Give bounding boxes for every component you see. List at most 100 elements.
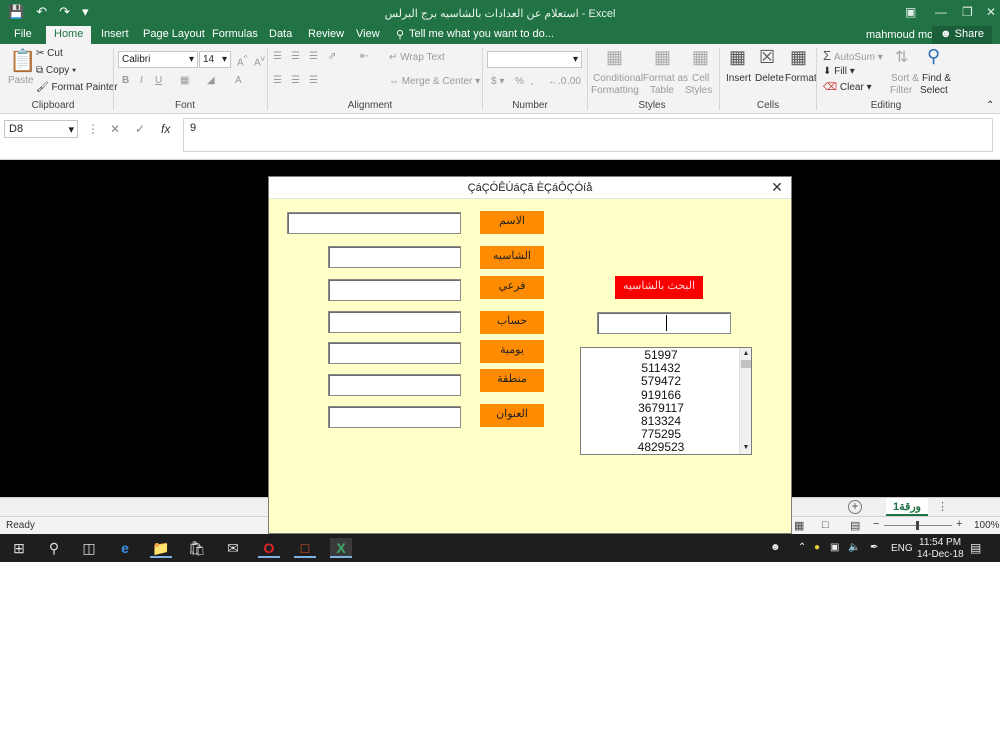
list-item[interactable]: 3679117 [581, 401, 741, 415]
find-select-button[interactable]: Find & [922, 73, 951, 84]
conditional-formatting-button[interactable]: Conditional [593, 73, 643, 84]
cell-styles-button[interactable]: Cell [692, 73, 709, 84]
office-icon[interactable]: □ [294, 538, 316, 558]
zoom-level[interactable]: 100% [974, 520, 1000, 531]
align-right-icon[interactable]: ☰ [309, 75, 318, 86]
autosum-button[interactable]: Σ AutoSum ▾ [823, 48, 883, 63]
file-explorer-icon[interactable]: 📁 [150, 538, 172, 558]
tab-data[interactable]: Data [269, 28, 292, 40]
decrease-font-icon[interactable]: Av [254, 53, 265, 68]
collapse-ribbon-icon[interactable]: ⌃ [986, 100, 994, 111]
format-cells-button[interactable]: Format [785, 73, 817, 84]
paste-icon[interactable]: 📋 [9, 48, 36, 74]
wrap-text-button[interactable]: ↵ Wrap Text [389, 52, 445, 63]
tab-file[interactable]: File [14, 28, 32, 40]
insert-function-icon[interactable]: fx [161, 122, 170, 136]
formula-input[interactable]: 9 [183, 118, 993, 152]
zoom-in-icon[interactable]: + [956, 518, 962, 530]
font-name-dropdown[interactable]: Calibri ▾ [118, 51, 198, 68]
list-item[interactable]: 919166 [581, 388, 741, 402]
address-textbox[interactable] [328, 406, 461, 428]
zoom-out-icon[interactable]: − [873, 518, 879, 530]
format-as-table-button[interactable]: Format as [643, 73, 688, 84]
excel-icon[interactable]: X [330, 538, 352, 558]
underline-icon[interactable]: U [155, 75, 162, 86]
pen-icon[interactable]: ✒ [870, 542, 878, 553]
language-indicator[interactable]: ENG [891, 543, 913, 554]
scroll-thumb[interactable] [741, 360, 751, 368]
orientation-icon[interactable]: ⇗ [328, 51, 336, 62]
volume-icon[interactable]: 🔈 [848, 542, 860, 553]
cancel-icon[interactable]: ✕ [110, 122, 120, 136]
scroll-up-icon[interactable]: ▲ [741, 349, 751, 359]
currency-icon[interactable]: $ ▾ [491, 76, 504, 87]
top-align-icon[interactable]: ☰ [273, 51, 282, 62]
insert-cells-button[interactable]: Insert [726, 73, 751, 84]
indent-icon[interactable]: ⇤ [360, 51, 368, 62]
list-item[interactable]: 4829523 [581, 441, 741, 454]
bottom-align-icon[interactable]: ☰ [309, 51, 318, 62]
page-layout-view-icon[interactable]: □ [822, 519, 829, 531]
region-textbox[interactable] [328, 374, 461, 396]
tab-insert[interactable]: Insert [101, 28, 129, 40]
align-left-icon[interactable]: ☰ [273, 75, 282, 86]
list-item[interactable]: 579472 [581, 375, 741, 388]
align-center-icon[interactable]: ☰ [291, 75, 300, 86]
fill-color-icon[interactable]: ◢ [207, 75, 215, 86]
chassis-search-input[interactable] [597, 312, 731, 334]
store-icon[interactable]: 🛍 [186, 538, 208, 558]
network-icon[interactable]: ▣ [830, 542, 839, 553]
zoom-slider-thumb[interactable] [916, 521, 919, 530]
minimize-icon[interactable]: — [935, 5, 947, 19]
normal-view-icon[interactable]: ▦ [794, 519, 804, 532]
chassis-textbox[interactable] [328, 246, 461, 268]
add-sheet-icon[interactable]: + [848, 500, 862, 514]
restore-icon[interactable]: ❐ [962, 5, 973, 19]
edge-icon[interactable]: e [114, 538, 136, 558]
tab-home[interactable]: Home [46, 26, 92, 44]
clock-date[interactable]: 14-Dec-18 [917, 549, 964, 560]
percent-icon[interactable]: % [515, 76, 524, 87]
people-icon[interactable]: ☻ [770, 542, 781, 553]
middle-align-icon[interactable]: ☰ [291, 51, 300, 62]
windows-start-icon[interactable]: ⊞ [8, 538, 30, 558]
close-icon[interactable]: ✕ [769, 179, 785, 195]
listbox-scrollbar[interactable]: ▲ ▼ [739, 348, 751, 454]
name-box[interactable]: D8 ▾ [4, 120, 78, 138]
tab-formulas[interactable]: Formulas [212, 28, 258, 40]
more-options-icon[interactable]: ⋮ [937, 500, 948, 513]
share-button[interactable]: ☻ Share [932, 26, 992, 44]
tab-page-layout[interactable]: Page Layout [143, 28, 205, 40]
account-textbox[interactable] [328, 311, 461, 333]
cut-button[interactable]: ✂ Cut [36, 48, 63, 59]
increase-font-icon[interactable]: A^ [237, 53, 248, 68]
enter-icon[interactable]: ✓ [135, 122, 145, 136]
number-format-dropdown[interactable]: ▾ [487, 51, 582, 68]
italic-icon[interactable]: I [140, 75, 143, 86]
name-textbox[interactable] [287, 212, 461, 234]
tab-view[interactable]: View [356, 28, 380, 40]
increase-decimal-icon[interactable]: ←.0 [548, 76, 566, 87]
delete-cells-button[interactable]: Delete [755, 73, 784, 84]
font-color-icon[interactable]: A [235, 75, 242, 86]
search-by-chassis-button[interactable]: البحث بالشاسيه [615, 276, 703, 299]
tab-review[interactable]: Review [308, 28, 344, 40]
ribbon-display-icon[interactable]: ▣ [905, 5, 916, 19]
daily-textbox[interactable] [328, 342, 461, 364]
show-hidden-icons-icon[interactable]: ⌃ [798, 542, 806, 553]
font-size-dropdown[interactable]: 14 ▾ [199, 51, 231, 68]
clock-time[interactable]: 11:54 PM [919, 537, 961, 548]
sheet-tab[interactable]: ورقة1 [886, 498, 928, 516]
format-painter-button[interactable]: 🖌 Format Painter [36, 82, 118, 93]
bold-icon[interactable]: B [122, 75, 129, 86]
opera-icon[interactable]: O [258, 538, 280, 558]
sub-textbox[interactable] [328, 279, 461, 301]
clear-button[interactable]: ⌫ Clear ▾ [823, 82, 872, 93]
task-view-icon[interactable]: ◫ [78, 538, 100, 558]
decrease-decimal-icon[interactable]: .00 [567, 76, 581, 87]
results-listbox[interactable]: 51997 511432 579472 919166 3679117 81332… [580, 347, 752, 455]
borders-icon[interactable]: ▦ [180, 75, 189, 86]
mail-icon[interactable]: ✉ [222, 538, 244, 558]
page-break-view-icon[interactable]: ▤ [850, 519, 860, 532]
paste-button[interactable]: Paste [8, 75, 34, 86]
